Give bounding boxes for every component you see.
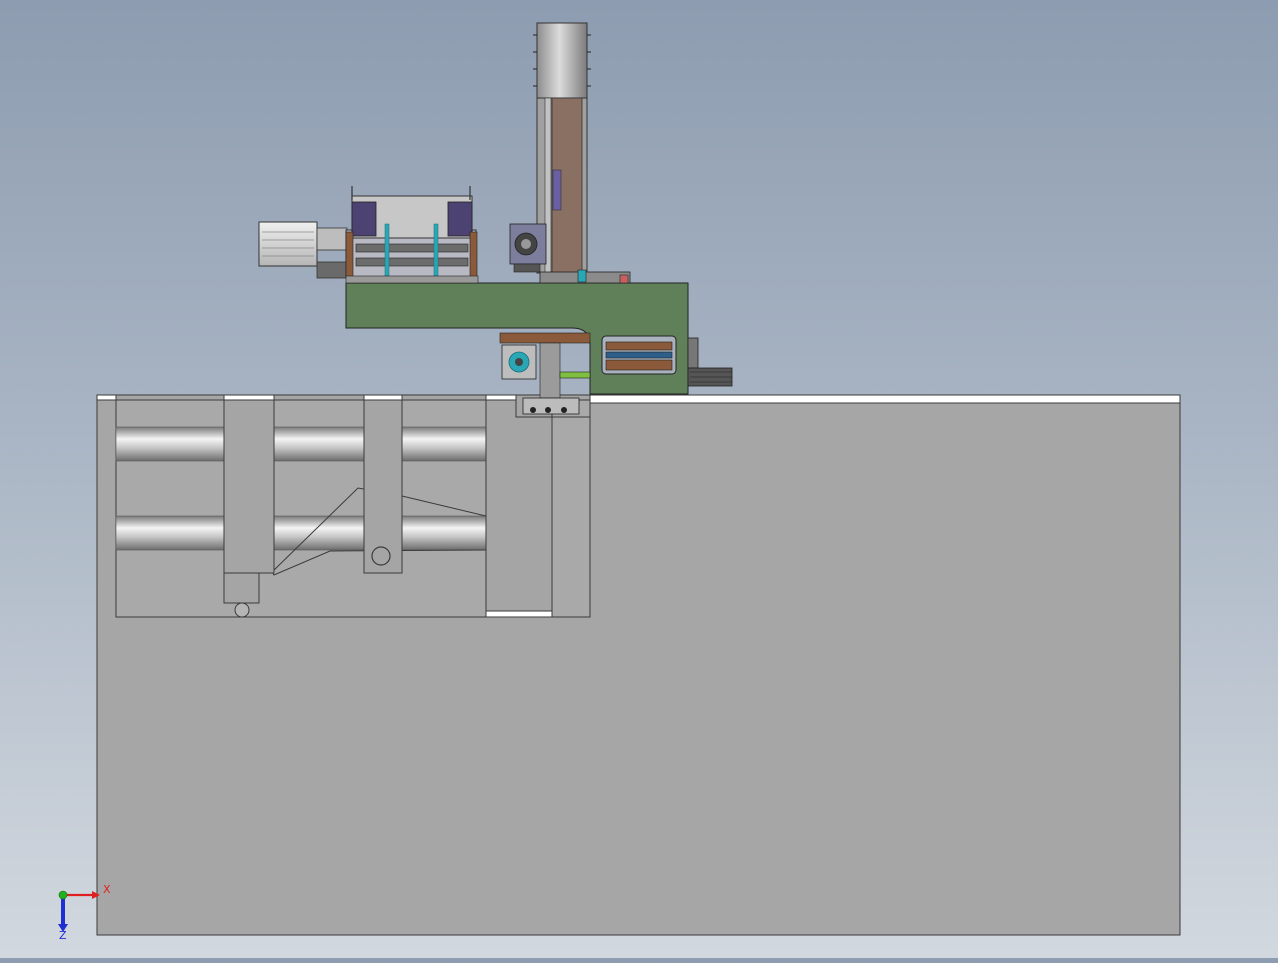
y-axis-marker — [58, 890, 68, 900]
feed-roller-1 — [355, 243, 469, 253]
column-carriage — [552, 169, 562, 211]
top-plate — [539, 269, 631, 284]
base-top-edge-right — [589, 394, 1181, 404]
z-axis-label: Z — [59, 929, 67, 942]
feeder-assembly — [258, 186, 479, 284]
stepper-motor — [258, 221, 318, 267]
slider-block-2 — [363, 394, 403, 574]
cad-viewport[interactable]: X Z — [0, 0, 1278, 958]
lower-guide-rod — [115, 515, 487, 551]
feed-roller-2 — [355, 257, 469, 267]
base-top-edge-left — [96, 394, 117, 401]
column-cap — [536, 22, 588, 99]
end-plate — [485, 394, 553, 618]
side-rail — [687, 337, 699, 369]
upper-guide-rod — [115, 426, 487, 462]
roller-wheel — [234, 602, 250, 618]
slider-block-1-foot — [223, 572, 260, 604]
vertical-column — [509, 22, 591, 274]
slider-block-1 — [223, 394, 275, 574]
x-axis-label: X — [103, 883, 111, 896]
